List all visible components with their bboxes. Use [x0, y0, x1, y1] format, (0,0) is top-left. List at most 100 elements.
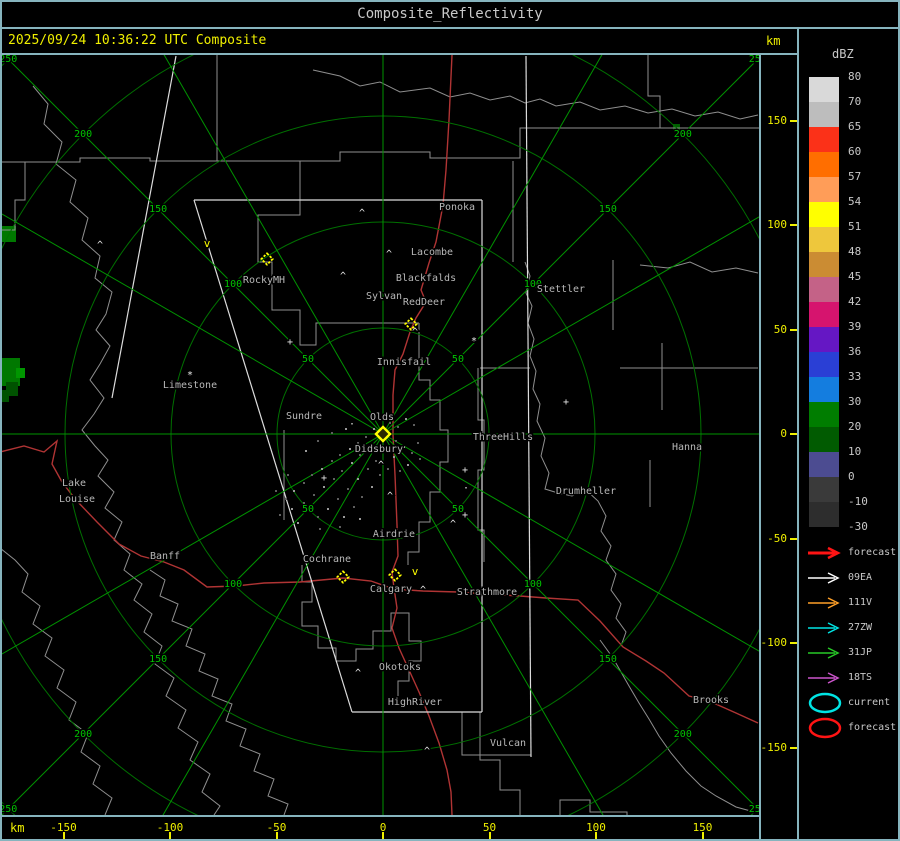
clutter-speckle	[313, 494, 315, 496]
colorbar-swatch	[809, 102, 839, 127]
city-label: Blackfalds	[396, 273, 456, 284]
colorbar-tick-label: 20	[848, 420, 862, 433]
clutter-speckle	[317, 516, 319, 518]
azimuth-radial	[382, 57, 759, 435]
reflectivity-echo	[2, 390, 9, 402]
right-axis-tick	[790, 224, 797, 226]
range-ring-label: 100	[224, 579, 242, 590]
colorbar-swatch	[809, 277, 839, 302]
clutter-speckle	[303, 502, 305, 504]
clutter-speckle	[403, 446, 405, 448]
city-label: ThreeHills	[473, 432, 533, 443]
clutter-speckle	[319, 528, 321, 530]
clutter-speckle	[397, 426, 399, 428]
clutter-speckle	[331, 460, 333, 462]
right-axis-tick-label: -100	[760, 636, 788, 649]
clutter-speckle	[327, 508, 329, 510]
clutter-speckle	[347, 488, 349, 490]
city-label: RockyMH	[243, 275, 285, 286]
clutter-speckle	[293, 490, 295, 492]
town-point-marker: ·	[463, 483, 469, 494]
county-boundary-line	[2, 55, 218, 163]
bottom-axis-unit-label: km	[10, 821, 25, 835]
radar-sector-outline	[111, 55, 177, 399]
clutter-speckle	[357, 478, 359, 480]
site-diamond-marker	[336, 570, 350, 584]
county-boundary-line	[647, 55, 661, 128]
colorbar-swatch	[809, 452, 839, 477]
colorbar-swatch	[809, 352, 839, 377]
clutter-speckle	[331, 432, 333, 434]
county-boundary-line	[312, 69, 759, 120]
clutter-speckle	[341, 470, 343, 472]
colorbar-swatch	[809, 302, 839, 327]
town-point-marker: ^	[378, 460, 384, 471]
clutter-speckle	[349, 448, 351, 450]
legend-label: 31JP	[848, 647, 873, 658]
colorbar-tick-label: 30	[848, 395, 862, 408]
clutter-speckle	[339, 454, 341, 456]
county-boundary-line	[599, 639, 759, 814]
colorbar-tick-label: 45	[848, 270, 862, 283]
clutter-speckle	[351, 462, 353, 464]
county-boundary-line	[639, 261, 759, 274]
county-boundary-line	[2, 162, 26, 231]
bottom-axis-tick	[382, 832, 384, 839]
colorbar-tick-label: 51	[848, 220, 862, 233]
31JP-arrow-icon	[808, 647, 840, 659]
clutter-speckle	[407, 464, 409, 466]
colorbar-swatch	[809, 402, 839, 427]
colorbar-swatch	[809, 77, 839, 102]
colorbar-tick-label: 57	[848, 170, 862, 183]
range-ring-label: 50	[452, 354, 464, 365]
clutter-speckle	[333, 478, 335, 480]
colorbar-swatch	[809, 377, 839, 402]
colorbar-swatch	[809, 177, 839, 202]
right-axis-tick	[790, 746, 797, 749]
right-axis: 150 100 50 0 -50 -100 -150	[759, 55, 799, 815]
city-label: Stettler	[537, 284, 585, 295]
radar-sector-outline	[525, 55, 532, 758]
border-top	[0, 0, 900, 2]
colorbar-swatch	[809, 477, 839, 502]
legend-label: current	[848, 697, 891, 708]
forecast-ellipse-icon	[808, 717, 842, 739]
18TS-arrow-icon	[808, 672, 840, 684]
city-label: Sylvan	[366, 291, 402, 302]
right-axis-tick-label: -50	[767, 531, 787, 545]
range-ring-label: 200	[674, 129, 692, 140]
town-point-marker: ^	[387, 491, 393, 502]
clutter-speckle	[419, 458, 421, 460]
city-label: Banff	[150, 551, 180, 562]
city-label: Vulcan	[490, 738, 526, 749]
legend-panel: dBZ 80 70 65 60 57 54 51 48 45 42 39 36 33 30 20 10 0 -10…	[799, 29, 898, 839]
bottom-axis: km -150 -100 -50 0 50 100 150	[0, 817, 759, 839]
colorbar-swatch	[809, 127, 839, 152]
clutter-speckle	[393, 456, 395, 458]
clutter-speckle	[303, 482, 305, 484]
clutter-speckle	[321, 468, 323, 470]
range-ring-label: 150	[149, 204, 167, 215]
colorbar-tick-label: 70	[848, 95, 862, 108]
range-ring-label: 150	[149, 654, 167, 665]
legend-label: 09EA	[848, 572, 873, 583]
range-ring-label: 100	[524, 579, 542, 590]
clutter-speckle	[367, 468, 369, 470]
storm-arrow-marker: v	[204, 237, 211, 250]
highway-line	[2, 439, 759, 724]
clutter-speckle	[275, 490, 277, 492]
bottom-axis-tick	[62, 832, 65, 839]
radar-map: 50 100 150 200 250 50 100 150 200 250 50 100 150 200 2…	[2, 55, 759, 815]
bottom-axis-tick	[275, 832, 278, 839]
colorbar-tick-label: 42	[848, 295, 862, 308]
right-axis-tick	[790, 328, 797, 331]
clutter-speckle	[353, 506, 355, 508]
city-label: Airdrie	[373, 529, 415, 540]
county-boundary-line	[477, 368, 485, 562]
city-label: Brooks	[693, 695, 729, 706]
111V-arrow-icon	[808, 597, 840, 609]
forecast-arrow-icon	[808, 546, 841, 560]
county-boundary-line	[32, 85, 221, 815]
clutter-speckle	[359, 518, 361, 520]
colorbar-tick-label: 80	[848, 70, 862, 83]
